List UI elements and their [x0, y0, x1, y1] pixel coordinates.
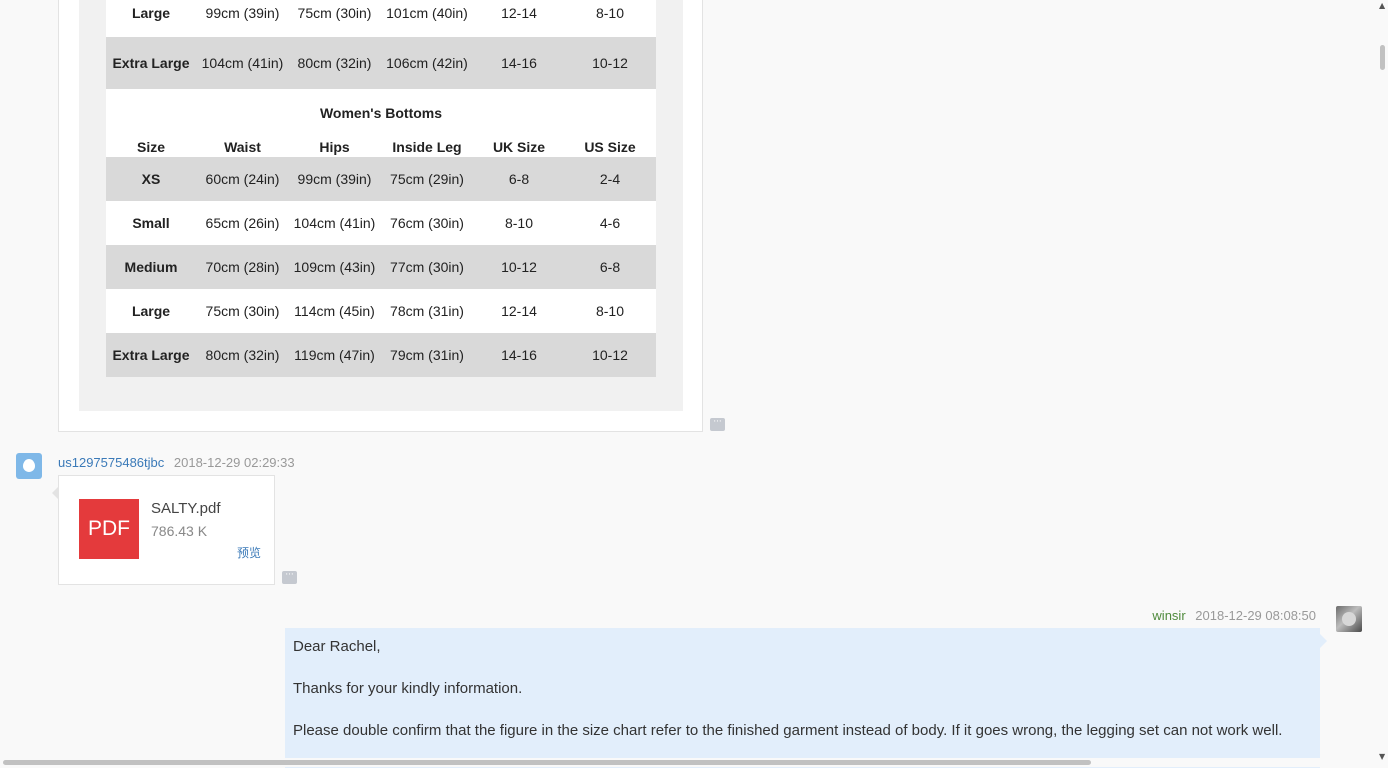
- table-cell: 80cm (32in): [196, 333, 289, 377]
- table-cell: 99cm (39in): [196, 0, 289, 37]
- table-cell: 75cm (30in): [196, 289, 289, 333]
- table-cell: 99cm (39in): [289, 157, 380, 201]
- pdf-file-icon: PDF: [79, 499, 139, 559]
- table-cell: 10-12: [474, 245, 564, 289]
- table-row: Large 75cm (30in) 114cm (45in) 78cm (31i…: [106, 289, 656, 333]
- horizontal-scrollbar[interactable]: [0, 758, 1377, 767]
- table-cell: 104cm (41in): [289, 201, 380, 245]
- table-cell: 79cm (31in): [380, 333, 474, 377]
- table-cell: 65cm (26in): [196, 201, 289, 245]
- reply-message-bubble: Dear Rachel, Thanks for your kindly info…: [285, 628, 1327, 768]
- table-cell: 14-16: [474, 37, 564, 89]
- table-row: Extra Large 80cm (32in) 119cm (47in) 79c…: [106, 333, 656, 377]
- table-cell: 12-14: [474, 0, 564, 37]
- size-cell: Extra Large: [106, 37, 196, 89]
- table-row: Small 65cm (26in) 104cm (41in) 76cm (30i…: [106, 201, 656, 245]
- message-line: Dear Rachel,: [293, 638, 381, 655]
- column-header: Hips: [289, 137, 380, 157]
- message-more-button[interactable]: ···: [710, 418, 725, 431]
- table-header-row: Size Waist Hips Inside Leg UK Size US Si…: [106, 137, 656, 157]
- avatar[interactable]: [1336, 606, 1362, 632]
- table-cell: 10-12: [564, 333, 656, 377]
- table-cell: 77cm (30in): [380, 245, 474, 289]
- scroll-down-arrow-icon[interactable]: ▼: [1379, 752, 1385, 761]
- table-cell: 101cm (40in): [380, 0, 474, 37]
- table-row: Extra Large 104cm (41in) 80cm (32in) 106…: [106, 37, 656, 89]
- scrollbar-thumb[interactable]: [3, 760, 1091, 765]
- table-row: XS 60cm (24in) 99cm (39in) 75cm (29in) 6…: [106, 157, 656, 201]
- message-more-button[interactable]: ···: [282, 571, 297, 584]
- message-timestamp: 2018-12-29 02:29:33: [173, 455, 295, 470]
- message-line: Thanks for your kindly information.: [293, 680, 523, 697]
- table-cell: 78cm (31in): [380, 289, 474, 333]
- table-cell: 70cm (28in): [196, 245, 289, 289]
- table-cell: 75cm (30in): [289, 0, 380, 37]
- table-cell: 119cm (47in): [289, 333, 380, 377]
- size-cell: Large: [106, 0, 196, 37]
- table-cell: 80cm (32in): [289, 37, 380, 89]
- table-cell: 114cm (45in): [289, 289, 380, 333]
- column-header: Waist: [196, 137, 289, 157]
- table-cell: 4-6: [564, 201, 656, 245]
- file-name: SALTY.pdf: [151, 500, 221, 517]
- table-cell: 10-12: [564, 37, 656, 89]
- koala-avatar-icon: [1342, 612, 1356, 626]
- vertical-scrollbar[interactable]: ▲ ▼: [1377, 0, 1388, 767]
- size-cell: Extra Large: [106, 333, 196, 377]
- size-chart-message: Large 99cm (39in) 75cm (30in) 101cm (40i…: [58, 0, 703, 432]
- table-cell: 8-10: [474, 201, 564, 245]
- column-header: UK Size: [474, 137, 564, 157]
- size-chart-table: Large 99cm (39in) 75cm (30in) 101cm (40i…: [106, 0, 656, 377]
- scrollbar-thumb[interactable]: [1380, 45, 1385, 70]
- table-cell: 14-16: [474, 333, 564, 377]
- avatar[interactable]: [16, 453, 42, 479]
- table-cell: 8-10: [564, 289, 656, 333]
- message-line: Please double confirm that the figure in…: [293, 722, 1283, 739]
- size-cell: Large: [106, 289, 196, 333]
- table-cell: 109cm (43in): [289, 245, 380, 289]
- table-cell: 106cm (42in): [380, 37, 474, 89]
- sender-name[interactable]: us1297575486tjbc: [58, 455, 164, 470]
- file-size: 786.43 K: [151, 523, 208, 539]
- file-attachment-card[interactable]: PDF SALTY.pdf 786.43 K 预览: [52, 475, 275, 585]
- table-title-row: Women's Bottoms: [106, 89, 656, 137]
- message-header: us1297575486tjbc 2018-12-29 02:29:33: [58, 455, 295, 470]
- column-header: Size: [106, 137, 196, 157]
- table-cell: 104cm (41in): [196, 37, 289, 89]
- sender-name[interactable]: winsir: [1152, 608, 1185, 623]
- table-cell: 12-14: [474, 289, 564, 333]
- size-cell: XS: [106, 157, 196, 201]
- table-row: Medium 70cm (28in) 109cm (43in) 77cm (30…: [106, 245, 656, 289]
- table-cell: 8-10: [564, 0, 656, 37]
- size-chart-image: Large 99cm (39in) 75cm (30in) 101cm (40i…: [79, 0, 683, 411]
- table-cell: 60cm (24in): [196, 157, 289, 201]
- size-cell: Medium: [106, 245, 196, 289]
- table-cell: 6-8: [474, 157, 564, 201]
- droplet-icon: [23, 459, 35, 472]
- table-cell: 2-4: [564, 157, 656, 201]
- table-row: Large 99cm (39in) 75cm (30in) 101cm (40i…: [106, 0, 656, 37]
- column-header: Inside Leg: [380, 137, 474, 157]
- message-header: winsir 2018-12-29 08:08:50: [1152, 608, 1316, 623]
- womens-bottoms-title: Women's Bottoms: [106, 89, 656, 137]
- column-header: US Size: [564, 137, 656, 157]
- preview-link[interactable]: 预览: [237, 544, 261, 561]
- scroll-up-arrow-icon[interactable]: ▲: [1379, 1, 1385, 10]
- message-timestamp: 2018-12-29 08:08:50: [1195, 608, 1316, 623]
- table-cell: 76cm (30in): [380, 201, 474, 245]
- table-cell: 75cm (29in): [380, 157, 474, 201]
- size-cell: Small: [106, 201, 196, 245]
- table-cell: 6-8: [564, 245, 656, 289]
